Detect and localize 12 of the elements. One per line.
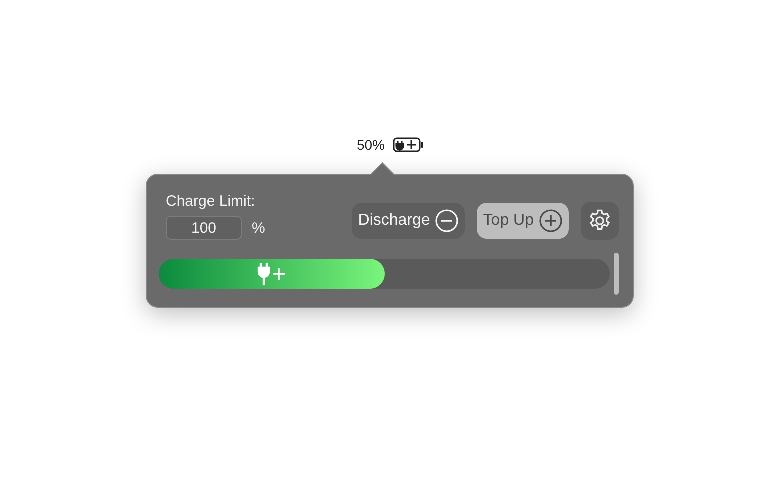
charge-limit-field[interactable]: 100 [166,216,242,240]
limit-handle[interactable] [614,253,619,295]
battery-charging-icon[interactable] [393,137,426,153]
battery-percentage: 50% [356,137,386,153]
discharge-button[interactable]: Discharge [352,202,466,238]
minus-circle-icon [435,208,460,232]
percent-unit: % [252,220,266,236]
plus-circle-icon [539,208,563,232]
settings-button[interactable] [581,202,619,240]
charge-limit-label: Charge Limit: [166,193,256,210]
plug-plus-icon [256,262,287,286]
top-up-button[interactable]: Top Up [477,202,569,238]
